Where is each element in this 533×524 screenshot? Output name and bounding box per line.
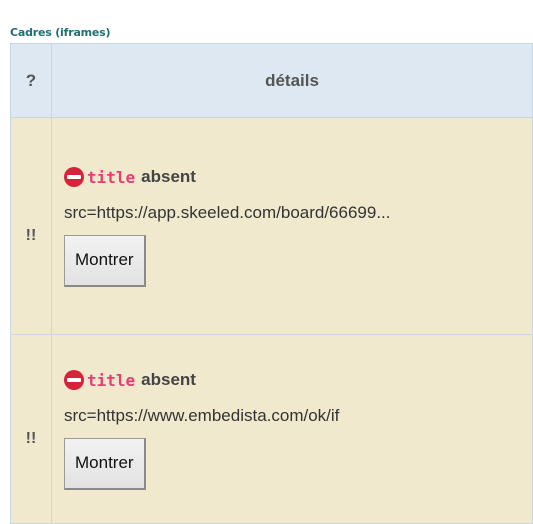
- title-status-line: title absent: [64, 368, 532, 392]
- severity-cell: !!: [10, 334, 52, 524]
- severity-cell: !!: [10, 117, 52, 335]
- iframes-table: ? détails !! title absent src=https://ap…: [10, 43, 533, 524]
- table-row: !! title absent src=https://www.embedist…: [10, 334, 533, 524]
- title-status-line: title absent: [64, 165, 532, 189]
- header-details: détails: [51, 43, 533, 118]
- stop-icon: [64, 370, 84, 390]
- title-attribute: title: [87, 167, 136, 187]
- show-button[interactable]: Montrer: [64, 235, 146, 287]
- header-question: ?: [10, 43, 52, 118]
- status-text: absent: [141, 370, 196, 389]
- title-attribute: title: [87, 370, 136, 390]
- iframe-src: src=https://www.embedista.com/ok/if: [64, 406, 340, 425]
- details-cell: title absent src=https://www.embedista.c…: [51, 334, 533, 524]
- details-cell: title absent src=https://app.skeeled.com…: [51, 117, 533, 335]
- table-caption: Cadres (iframes): [10, 26, 111, 39]
- stop-icon: [64, 167, 84, 187]
- status-text: absent: [141, 167, 196, 186]
- iframe-src: src=https://app.skeeled.com/board/66699.…: [64, 203, 391, 222]
- show-button[interactable]: Montrer: [64, 438, 146, 490]
- table-row: !! title absent src=https://app.skeeled.…: [10, 117, 533, 335]
- table-header-row: ? détails: [10, 43, 533, 118]
